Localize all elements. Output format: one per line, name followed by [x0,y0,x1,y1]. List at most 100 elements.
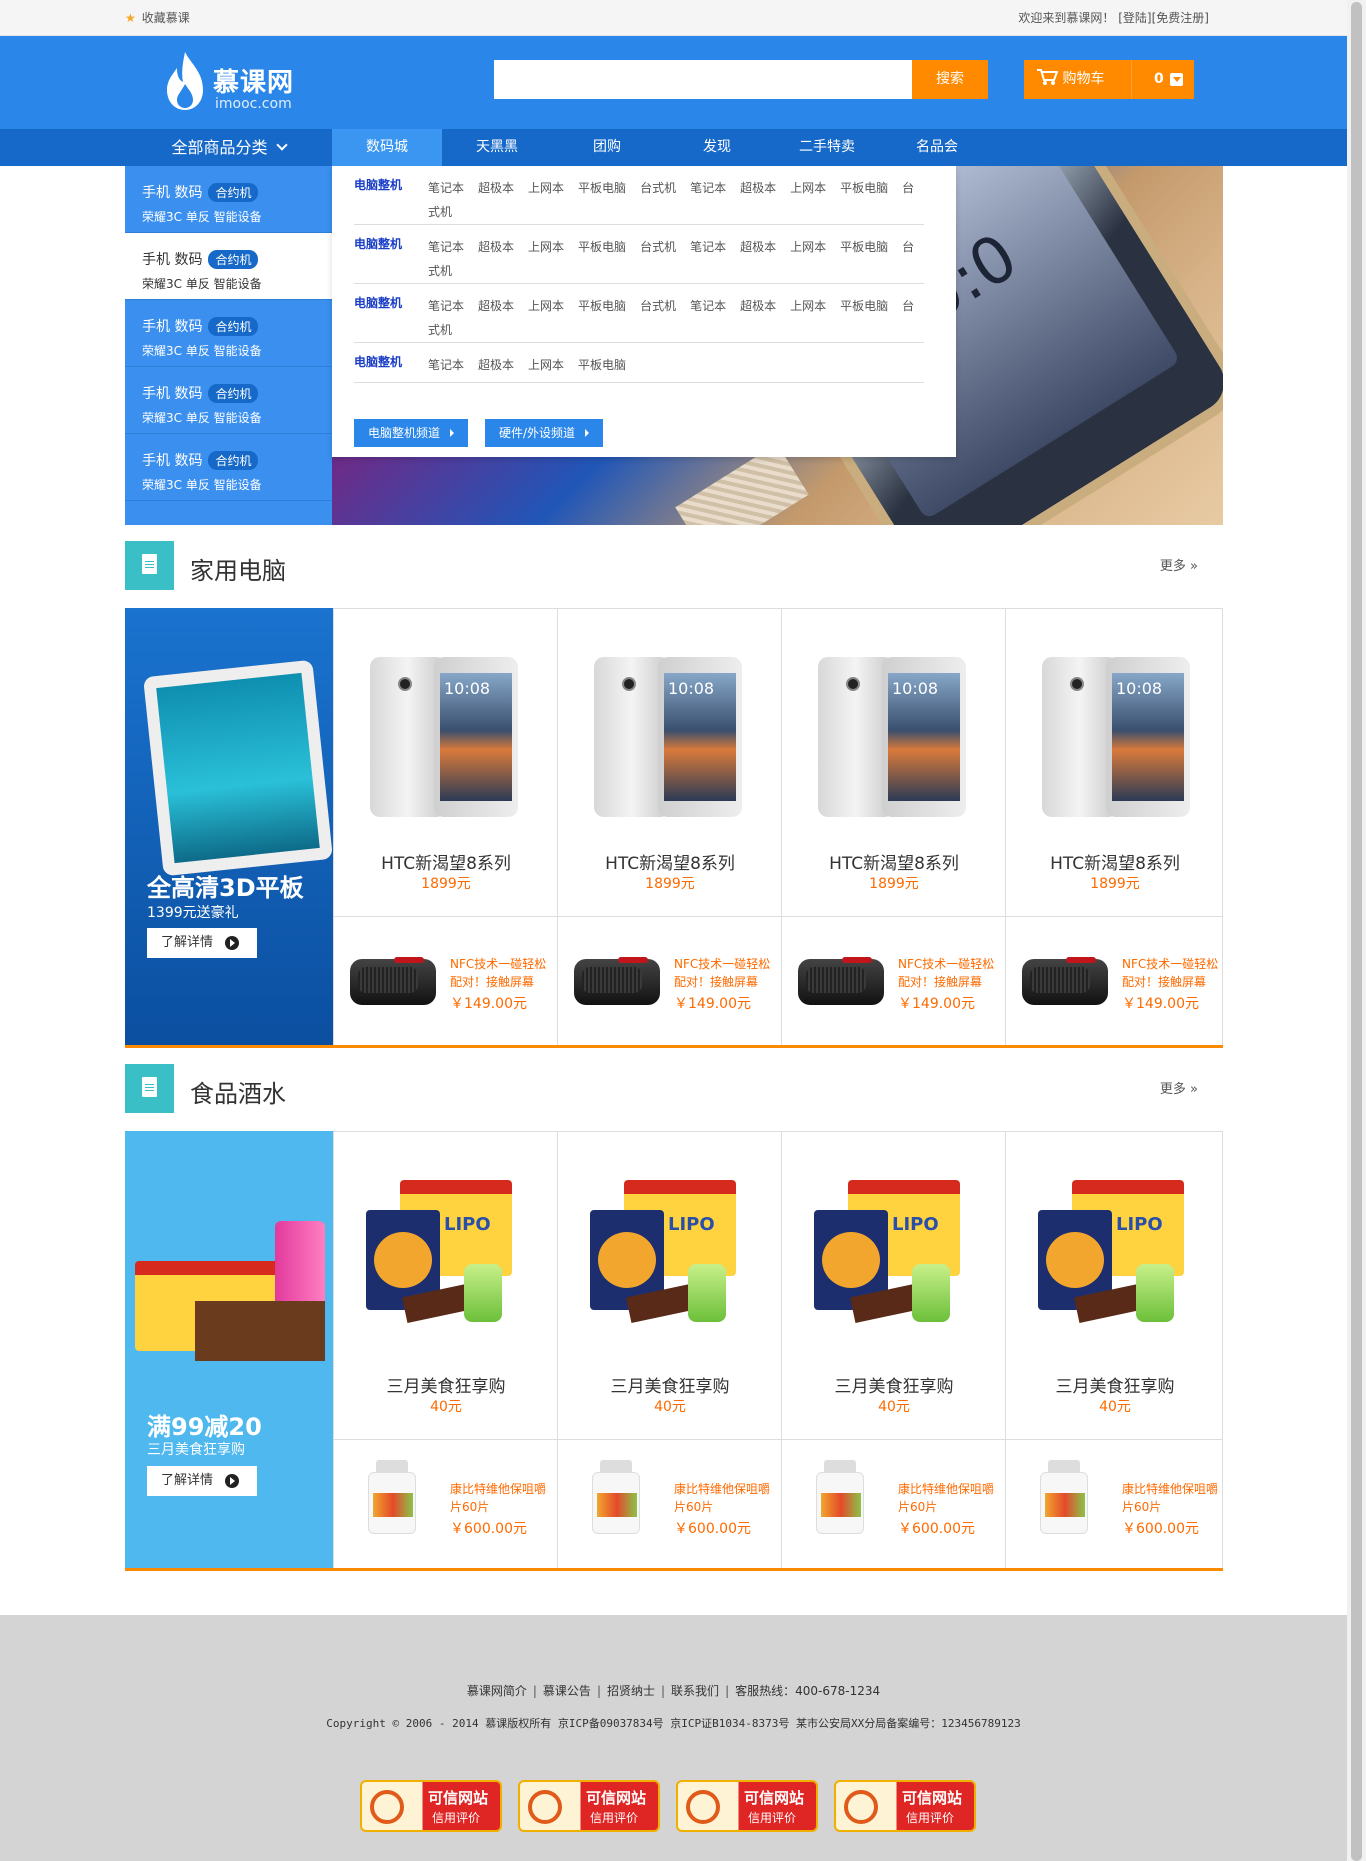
dropdown-link[interactable]: 超极本 [740,299,776,313]
all-categories-button[interactable]: 全部商品分类 [125,129,332,166]
dropdown-link[interactable]: 超极本 [478,181,514,195]
small-product-card[interactable]: 康比特维他保咀嚼片60片 ￥600.00元 [557,1439,781,1568]
small-product-desc[interactable]: NFC技术一碰轻松配对！接触屏幕 [450,955,554,991]
nav-item[interactable]: 数码城 [332,129,442,166]
scrollbar-thumb[interactable] [1351,2,1362,1861]
small-product-card[interactable]: NFC技术一碰轻松配对！接触屏幕 ￥149.00元 [1005,916,1223,1045]
product-card[interactable]: 三月美食狂享购 40元 [557,1131,781,1439]
dropdown-link[interactable]: 平板电脑 [578,358,626,372]
cart-dropdown-icon[interactable] [1170,73,1183,86]
small-product-card[interactable]: NFC技术一碰轻松配对！接触屏幕 ￥149.00元 [333,916,557,1045]
learn-more-button[interactable]: 了解详情 [147,928,257,958]
dropdown-row-label[interactable]: 电脑整机 [354,235,402,252]
trust-badge[interactable]: 可信网站 信用评价 [360,1780,502,1832]
small-product-card[interactable]: 康比特维他保咀嚼片60片 ￥600.00元 [1005,1439,1223,1568]
footer-link[interactable]: 招贤纳士 [607,1684,655,1698]
nav-item[interactable]: 团购 [552,129,662,166]
dropdown-link[interactable]: 上网本 [528,358,564,372]
product-name[interactable]: HTC新渴望8系列 [558,849,782,874]
dropdown-link[interactable]: 上网本 [790,299,826,313]
category-sub[interactable]: 荣耀3C 单反 智能设备 [142,409,262,426]
small-product-card[interactable]: NFC技术一碰轻松配对！接触屏幕 ￥149.00元 [557,916,781,1045]
category-item[interactable]: 手机 数码 合约机 荣耀3C 单反 智能设备 [125,367,332,434]
dropdown-link[interactable]: 上网本 [528,181,564,195]
dropdown-link[interactable]: 平板电脑 [840,299,888,313]
dropdown-link[interactable]: 台式机 [640,299,676,313]
category-sub[interactable]: 荣耀3C 单反 智能设备 [142,476,262,493]
product-card[interactable]: 三月美食狂享购 40元 [1005,1131,1223,1439]
product-card[interactable]: 三月美食狂享购 40元 [781,1131,1005,1439]
login-link[interactable]: [登陆] [1118,11,1151,25]
dropdown-link[interactable]: 超极本 [478,240,514,254]
category-tag[interactable]: 合约机 [208,317,259,336]
product-card[interactable]: 10:08 HTC新渴望8系列 1899元 [781,608,1005,916]
product-name[interactable]: 三月美食狂享购 [334,1372,558,1397]
footer-link[interactable]: 慕课公告 [543,1684,591,1698]
dropdown-link[interactable]: 笔记本 [690,299,726,313]
dropdown-link[interactable]: 平板电脑 [840,240,888,254]
cart-button[interactable]: 购物车 0 [1024,60,1194,99]
dropdown-link[interactable]: 上网本 [528,299,564,313]
dropdown-link[interactable]: 超极本 [740,181,776,195]
dropdown-link[interactable]: 超极本 [740,240,776,254]
small-product-card[interactable]: 康比特维他保咀嚼片60片 ￥600.00元 [333,1439,557,1568]
dropdown-row-label[interactable]: 电脑整机 [354,176,402,193]
product-name[interactable]: HTC新渴望8系列 [782,849,1006,874]
small-product-card[interactable]: 康比特维他保咀嚼片60片 ￥600.00元 [781,1439,1005,1568]
dropdown-link[interactable]: 平板电脑 [578,240,626,254]
dropdown-row-label[interactable]: 电脑整机 [354,353,402,370]
category-sub[interactable]: 荣耀3C 单反 智能设备 [142,275,262,292]
hardware-channel-button[interactable]: 硬件/外设频道 [485,419,604,447]
small-product-card[interactable]: NFC技术一碰轻松配对！接触屏幕 ￥149.00元 [781,916,1005,1045]
product-card[interactable]: 三月美食狂享购 40元 [333,1131,557,1439]
more-link[interactable]: 更多 » [1160,555,1198,574]
promo-panel[interactable]: 全高清3D平板 1399元送豪礼 了解详情 [125,608,333,1045]
search-input[interactable] [494,60,912,99]
site-logo[interactable]: 慕课网 imooc.com [165,48,305,118]
vertical-scrollbar[interactable] [1347,0,1366,1861]
nav-item[interactable]: 二手特卖 [772,129,882,166]
small-product-desc[interactable]: NFC技术一碰轻松配对！接触屏幕 [674,955,778,991]
dropdown-link[interactable]: 超极本 [478,299,514,313]
product-name[interactable]: HTC新渴望8系列 [1006,849,1224,874]
category-tag[interactable]: 合约机 [208,451,259,470]
dropdown-link[interactable]: 台式机 [640,240,676,254]
category-tag[interactable]: 合约机 [208,250,259,269]
favorite-link[interactable]: ★ 收藏慕课 [125,9,190,26]
nav-item[interactable]: 名品会 [882,129,992,166]
product-name[interactable]: 三月美食狂享购 [558,1372,782,1397]
category-item[interactable]: 手机 数码 合约机 荣耀3C 单反 智能设备 [125,434,332,501]
dropdown-link[interactable]: 台式机 [640,181,676,195]
product-card[interactable]: 10:08 HTC新渴望8系列 1899元 [557,608,781,916]
promo-panel[interactable]: 满99减20 三月美食狂享购 了解详情 [125,1131,333,1568]
small-product-desc[interactable]: 康比特维他保咀嚼片60片 [450,1480,554,1516]
footer-link[interactable]: 慕课网简介 [467,1684,527,1698]
dropdown-link[interactable]: 超极本 [478,358,514,372]
product-name[interactable]: HTC新渴望8系列 [334,849,558,874]
product-card[interactable]: 10:08 HTC新渴望8系列 1899元 [333,608,557,916]
register-link[interactable]: [免费注册] [1152,11,1209,25]
nav-item[interactable]: 天黑黑 [442,129,552,166]
dropdown-link[interactable]: 平板电脑 [578,181,626,195]
trust-badge[interactable]: 可信网站 信用评价 [834,1780,976,1832]
product-name[interactable]: 三月美食狂享购 [1006,1372,1224,1397]
dropdown-link[interactable]: 笔记本 [690,240,726,254]
trust-badge[interactable]: 可信网站 信用评价 [676,1780,818,1832]
more-link[interactable]: 更多 » [1160,1078,1198,1097]
dropdown-link[interactable]: 上网本 [790,181,826,195]
category-tag[interactable]: 合约机 [208,384,259,403]
dropdown-row-label[interactable]: 电脑整机 [354,294,402,311]
computer-channel-button[interactable]: 电脑整机频道 [354,419,469,447]
dropdown-link[interactable]: 笔记本 [428,299,464,313]
dropdown-link[interactable]: 笔记本 [428,240,464,254]
dropdown-link[interactable]: 平板电脑 [578,299,626,313]
product-name[interactable]: 三月美食狂享购 [782,1372,1006,1397]
small-product-desc[interactable]: 康比特维他保咀嚼片60片 [674,1480,778,1516]
dropdown-link[interactable]: 平板电脑 [840,181,888,195]
nav-item[interactable]: 发现 [662,129,772,166]
category-item[interactable]: 手机 数码 合约机 荣耀3C 单反 智能设备 [125,300,332,367]
small-product-desc[interactable]: NFC技术一碰轻松配对！接触屏幕 [898,955,1002,991]
trust-badge[interactable]: 可信网站 信用评价 [518,1780,660,1832]
small-product-desc[interactable]: 康比特维他保咀嚼片60片 [1122,1480,1226,1516]
dropdown-link[interactable]: 笔记本 [428,181,464,195]
